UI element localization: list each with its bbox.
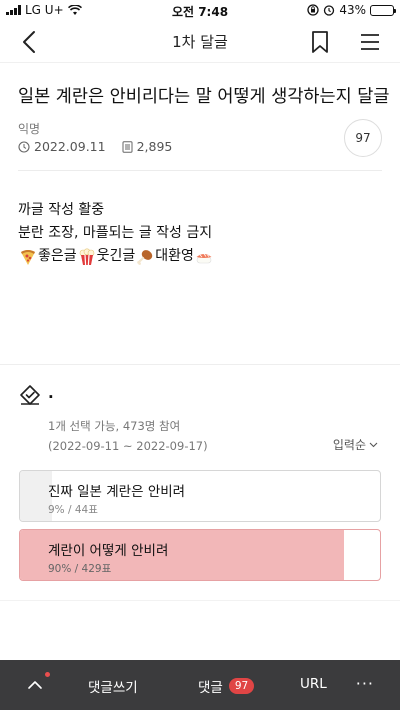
rotation-lock-icon <box>307 4 319 16</box>
poll-divider <box>0 600 400 601</box>
body-line-2: 분란 조장, 마플되는 글 작성 금지 <box>18 225 213 241</box>
poll-period: (2022-09-11 ~ 2022-09-17) <box>48 439 208 453</box>
document-icon <box>122 140 133 153</box>
good-post-label: 좋은글 <box>38 248 77 264</box>
pizza-icon <box>21 249 35 265</box>
board-title: 1차 달글 <box>172 33 228 51</box>
bookmark-icon[interactable] <box>308 29 332 55</box>
battery-icon <box>370 4 396 16</box>
poll-option-label: 계란이 어떻게 안비려 <box>48 543 169 559</box>
post-title: 일본 계란은 안비리다는 말 어떻게 생각하는지 달글 <box>18 87 390 107</box>
poll-option[interactable]: 진짜 일본 계란은 안비려 9% / 44표 <box>19 470 381 522</box>
comment-count-label: 97 <box>355 131 371 145</box>
poll-title: . <box>48 384 54 402</box>
comments-label: 댓글 <box>198 680 223 696</box>
poll-section: . 1개 선택 가능, 473명 참여 (2022-09-11 ~ 2022-0… <box>0 365 400 601</box>
scroll-up-icon[interactable] <box>24 674 46 696</box>
poll-option[interactable]: 계란이 어떻게 안비려 90% / 429표 <box>19 529 381 581</box>
back-icon[interactable] <box>16 28 44 56</box>
poll-option-stats: 90% / 429표 <box>48 563 112 575</box>
sushi-icon <box>196 253 212 263</box>
comments-count-badge: 97 <box>228 678 255 694</box>
post-author: 익명 <box>18 122 41 136</box>
post-views: 2,895 <box>136 139 173 154</box>
poll-sort-label: 입력순 <box>332 438 366 452</box>
status-right: 43% <box>307 3 396 17</box>
comment-count-button[interactable]: 97 <box>344 119 382 157</box>
top-navigation: 1차 달글 <box>0 22 400 62</box>
poll-sort-dropdown[interactable]: 입력순 <box>333 436 378 453</box>
poll-info: 1개 선택 가능, 473명 참여 (2022-09-11 ~ 2022-09-… <box>48 416 208 456</box>
bottom-toolbar: 댓글쓰기 댓글 97 URL ··· <box>0 660 400 710</box>
poll-participation: 1개 선택 가능, 473명 참여 <box>48 419 181 433</box>
header-divider <box>18 170 382 171</box>
poll-option-label: 진짜 일본 계란은 안비려 <box>48 484 186 500</box>
more-options-icon[interactable]: ··· <box>356 674 374 693</box>
clock-icon <box>18 140 30 153</box>
url-button[interactable]: URL <box>300 676 327 692</box>
battery-label: 43% <box>339 3 366 17</box>
welcome-label: 대환영 <box>155 248 194 264</box>
comments-button[interactable]: 댓글 97 <box>198 676 255 696</box>
menu-icon[interactable] <box>358 30 382 54</box>
funny-post-label: 웃긴글 <box>96 248 136 264</box>
vote-icon <box>20 385 40 405</box>
chicken-leg-icon <box>137 249 153 265</box>
post-header: 일본 계란은 안비리다는 말 어떻게 생각하는지 달글 익명 2022.09.1… <box>0 62 400 170</box>
notification-dot <box>45 672 50 677</box>
chevron-down-icon <box>369 442 378 447</box>
popcorn-icon <box>79 247 94 265</box>
post-views-group: 2,895 <box>122 139 173 154</box>
status-bar: LG U+ 오전 7:48 43% <box>0 0 400 22</box>
post-date: 2022.09.11 <box>34 139 106 154</box>
post-body: 까글 작성 활중 분란 조장, 마플되는 글 작성 금지 좋은글 웃긴글 대환영 <box>18 199 214 268</box>
body-line-1: 까글 작성 활중 <box>18 202 105 218</box>
poll-option-stats: 9% / 44표 <box>48 504 98 516</box>
body-line-3: 좋은글 웃긴글 대환영 <box>18 245 214 268</box>
alarm-icon <box>324 5 335 16</box>
post-meta: 2022.09.11 2,895 <box>18 139 172 154</box>
write-comment-button[interactable]: 댓글쓰기 <box>88 676 138 696</box>
